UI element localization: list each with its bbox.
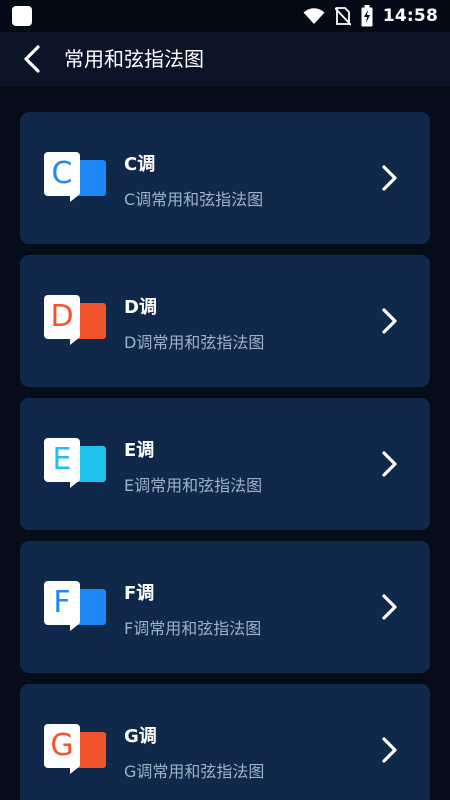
key-icon-letter: C (44, 152, 80, 202)
app-notification-icon (12, 6, 32, 26)
back-button[interactable] (14, 41, 50, 77)
item-subtitle: F调常用和弦指法图 (124, 619, 262, 638)
chevron-right-icon (382, 165, 397, 191)
key-icon-letter: G (44, 724, 80, 774)
chevron-right-icon (382, 594, 397, 620)
key-icon-letter: D (44, 295, 80, 345)
page-title: 常用和弦指法图 (64, 47, 204, 71)
screen: 14:58 常用和弦指法图 C C调 C调常用和弦指法图 D D调 D调常用和弦… (0, 0, 450, 800)
item-subtitle: E调常用和弦指法图 (124, 476, 263, 495)
chevron-right-icon (382, 308, 397, 334)
chevron-left-icon (24, 45, 40, 73)
item-title: F调 (124, 583, 155, 604)
no-sim-icon (334, 7, 351, 26)
key-icon: E (44, 434, 110, 494)
status-bar: 14:58 (0, 0, 450, 32)
item-subtitle: C调常用和弦指法图 (124, 190, 264, 209)
list-item-g[interactable]: G G调 G调常用和弦指法图 (20, 684, 430, 800)
item-subtitle: G调常用和弦指法图 (124, 762, 265, 781)
wifi-icon (303, 8, 325, 24)
battery-charging-icon (361, 5, 373, 27)
list-item-f[interactable]: F F调 F调常用和弦指法图 (20, 541, 430, 673)
list-item-e[interactable]: E E调 E调常用和弦指法图 (20, 398, 430, 530)
list-item-c[interactable]: C C调 C调常用和弦指法图 (20, 112, 430, 244)
item-subtitle: D调常用和弦指法图 (124, 333, 265, 352)
key-icon: C (44, 148, 110, 208)
key-icon: G (44, 720, 110, 780)
status-icons: 14:58 (303, 4, 438, 28)
item-title: E调 (124, 440, 155, 461)
item-title: G调 (124, 726, 157, 747)
list-item-d[interactable]: D D调 D调常用和弦指法图 (20, 255, 430, 387)
key-icon-letter: F (44, 581, 80, 631)
key-icon-letter: E (44, 438, 80, 488)
key-icon: D (44, 291, 110, 351)
key-icon: F (44, 577, 110, 637)
item-title: D调 (124, 297, 157, 318)
app-header: 常用和弦指法图 (0, 32, 450, 86)
key-list: C C调 C调常用和弦指法图 D D调 D调常用和弦指法图 E E调 E调常用和… (20, 112, 430, 800)
status-time: 14:58 (382, 6, 438, 26)
chevron-right-icon (382, 737, 397, 763)
item-title: C调 (124, 154, 156, 175)
chevron-right-icon (382, 451, 397, 477)
